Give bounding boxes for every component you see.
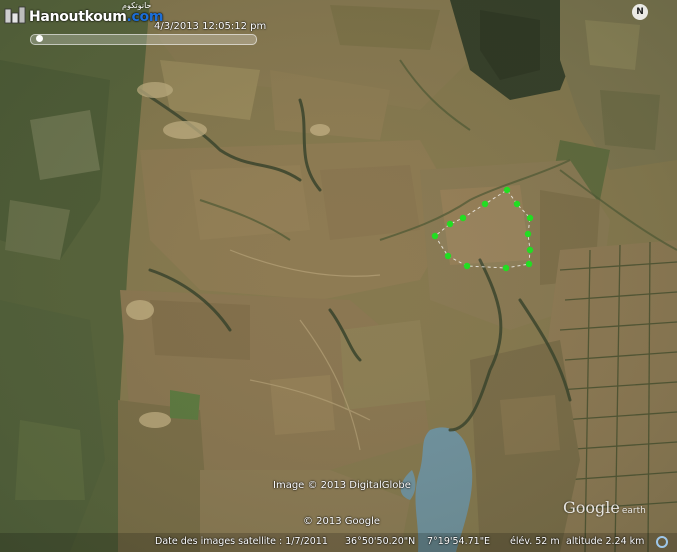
time-slider-track[interactable] [30,34,257,45]
google-credit: © 2013 Google [303,516,381,527]
satellite-map-view[interactable]: Hanoutkoum.com حانوتكوم 4/3/2013 12:05:1… [0,0,677,552]
waypoint-marker[interactable] [525,260,533,268]
waypoint-marker[interactable] [526,246,534,254]
waypoint-marker[interactable] [459,214,467,222]
north-compass-icon[interactable]: N [632,4,648,20]
brand-logo-icon [4,5,26,25]
imagery-credit: Image © 2013 DigitalGlobe [273,480,411,491]
longitude-readout: 7°19'54.71"E [427,536,491,547]
earth-logo-text: earth [621,506,646,516]
waypoint-marker[interactable] [526,214,534,222]
latitude-readout: 36°50'50.20"N [345,536,416,547]
waypoint-marker[interactable] [524,230,532,238]
waypoint-marker[interactable] [481,200,489,208]
time-slider[interactable]: 4/3/2013 12:05:12 pm [24,20,267,48]
streaming-status-icon [656,536,668,548]
time-slider-datetime: 4/3/2013 12:05:12 pm [154,21,267,32]
time-slider-thumb[interactable] [36,35,43,42]
elevation-readout: élév. 52 m [510,536,560,547]
logo-arabic-text: حانوتكوم [122,1,152,10]
waypoint-marker[interactable] [431,232,439,240]
waypoint-marker[interactable] [503,186,511,194]
imagery-date: Date des images satellite : 1/7/2011 [155,536,328,547]
satellite-imagery[interactable] [0,0,677,552]
waypoint-marker[interactable] [502,264,510,272]
waypoint-marker[interactable] [446,220,454,228]
altitude-readout: altitude 2.24 km [566,536,645,547]
google-earth-logo: Google earth [563,498,646,517]
waypoint-marker[interactable] [444,252,452,260]
google-logo-text: Google [563,498,620,517]
waypoint-marker[interactable] [463,262,471,270]
waypoint-marker[interactable] [513,200,521,208]
